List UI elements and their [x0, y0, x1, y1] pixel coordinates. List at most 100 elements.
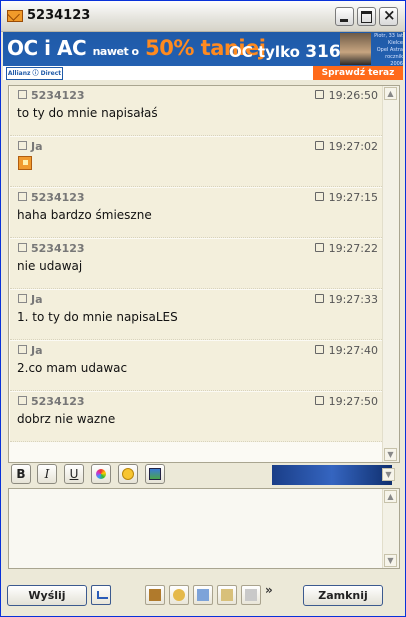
send-button[interactable]: Wyślij: [7, 585, 87, 606]
clock-icon: [314, 294, 324, 303]
chat-message: 5234123 19:27:15 haha bardzo śmieszne: [10, 188, 382, 238]
bold-button[interactable]: B: [11, 464, 31, 484]
ad-cta-button[interactable]: Sprawdź teraz: [313, 66, 403, 80]
message-time: 19:27:33: [314, 293, 378, 306]
message-time: 19:27:22: [314, 242, 378, 255]
clock-icon: [314, 141, 324, 150]
message-time: 19:27:15: [314, 191, 378, 204]
message-timestamp: 19:27:02: [328, 140, 378, 153]
ad-person-photo: [340, 33, 371, 65]
message-time: 19:27:50: [314, 395, 378, 408]
history-icon: [221, 589, 233, 601]
book-icon: [149, 589, 161, 601]
file-transfer-icon: [197, 589, 209, 601]
close-window-button[interactable]: ×: [379, 6, 398, 26]
message-input[interactable]: ▲ ▼: [8, 488, 400, 569]
chat-scrollbar[interactable]: ▲ ▼: [382, 86, 399, 462]
message-sender: 5234123: [18, 89, 85, 102]
message-text: dobrz nie wazne: [17, 412, 116, 426]
ad-side-text: Piotr, 33 lat Kielce Opel Astra rocznik …: [371, 33, 403, 68]
ad-banner[interactable]: OC i AC nawet o 50% taniej OC tylko 316z…: [3, 32, 403, 80]
smiley-button[interactable]: [118, 464, 138, 484]
message-sender: 5234123: [18, 191, 85, 204]
contacts-icon: [173, 589, 185, 601]
email-icon: [7, 10, 23, 22]
message-timestamp: 19:27:22: [328, 242, 378, 255]
clock-icon: [314, 243, 324, 252]
ad-side-line: Kielce: [388, 40, 403, 46]
chat-message: 5234123 19:26:50 to ty do mnie napisałaś: [10, 86, 382, 136]
chat-message: Ja 19:27:02: [10, 137, 382, 187]
scroll-up-button[interactable]: ▲: [384, 87, 397, 100]
ad-price: OC tylko 316zł: [229, 42, 357, 62]
message-sender: 5234123: [18, 242, 85, 255]
italic-button[interactable]: I: [37, 464, 57, 484]
message-text: nie udawaj: [17, 259, 83, 273]
contacts-button[interactable]: [169, 585, 189, 605]
emoticon-icon: [18, 156, 32, 170]
chat-message: Ja 19:27:33 1. to ty do mnie napisaLES: [10, 290, 382, 340]
clock-icon: [314, 90, 324, 99]
chat-message: 5234123 19:27:22 nie udawaj: [10, 239, 382, 289]
title-bar[interactable]: 5234123 ×: [1, 1, 405, 32]
ad-side-line: Opel Astra: [376, 47, 403, 53]
chat-message: 5234123 19:27:50 dobrz nie wazne: [10, 392, 382, 442]
file-transfer-button[interactable]: [193, 585, 213, 605]
message-sender: Ja: [18, 344, 43, 357]
ad-side-line: Piotr, 33 lat: [374, 33, 403, 39]
maximize-button[interactable]: [357, 7, 376, 26]
message-timestamp: 19:27:50: [328, 395, 378, 408]
message-text: 1. to ty do mnie napisaLES: [17, 310, 178, 324]
message-text: 2.co mam udawac: [17, 361, 128, 375]
chat-window: 5234123 × OC i AC nawet o 50% taniej OC …: [0, 0, 406, 617]
book-button[interactable]: [145, 585, 165, 605]
message-timestamp: 19:27:33: [328, 293, 378, 306]
smiley-icon: [122, 468, 134, 480]
message-timestamp: 19:27:40: [328, 344, 378, 357]
more-icon[interactable]: »: [265, 583, 273, 597]
message-sender: Ja: [18, 140, 43, 153]
input-scroll-up[interactable]: ▲: [384, 490, 397, 503]
underline-button[interactable]: U: [64, 464, 84, 484]
allianz-logo: Allianz ⓘ Direct: [6, 67, 63, 80]
bottom-bar: Wyślij » Zamknij: [1, 576, 405, 616]
insert-image-button[interactable]: [145, 464, 165, 484]
input-scroll-down[interactable]: ▼: [384, 554, 397, 567]
format-toolbar: B I U ▼: [8, 463, 398, 485]
ad-main-left: OC i AC: [7, 36, 87, 60]
message-timestamp: 19:26:50: [328, 89, 378, 102]
ad-main-small: nawet o: [92, 45, 140, 58]
toolbar-banner[interactable]: [272, 465, 392, 485]
window-title: 5234123: [27, 8, 91, 23]
chat-history[interactable]: 5234123 19:26:50 to ty do mnie napisałaś…: [8, 85, 400, 463]
color-palette-button[interactable]: [91, 464, 111, 484]
message-time: 19:26:50: [314, 89, 378, 102]
enter-icon: [97, 591, 108, 599]
clock-icon: [314, 192, 324, 201]
minimize-button[interactable]: [335, 7, 354, 26]
toolbar-scroll-down[interactable]: ▼: [382, 468, 395, 481]
clock-icon: [314, 396, 324, 405]
message-time: 19:27:02: [314, 140, 378, 153]
ad-price-prefix: OC tylko: [229, 43, 300, 61]
message-text: to ty do mnie napisałaś: [17, 106, 158, 120]
clock-icon: [314, 345, 324, 354]
notes-button[interactable]: [241, 585, 261, 605]
color-palette-icon: [96, 469, 106, 479]
input-scrollbar[interactable]: ▲ ▼: [382, 489, 399, 568]
scroll-down-button[interactable]: ▼: [384, 448, 397, 461]
message-timestamp: 19:27:15: [328, 191, 378, 204]
close-button[interactable]: Zamknij: [303, 585, 383, 606]
image-icon: [149, 468, 161, 480]
notes-icon: [245, 589, 257, 601]
enter-send-toggle[interactable]: [91, 585, 111, 605]
ad-bottom-strip: Allianz ⓘ Direct Sprawdź teraz: [3, 66, 403, 80]
message-sender: 5234123: [18, 395, 85, 408]
message-sender: Ja: [18, 293, 43, 306]
history-button[interactable]: [217, 585, 237, 605]
close-icon: ×: [383, 6, 396, 24]
message-text: haha bardzo śmieszne: [17, 208, 152, 222]
message-time: 19:27:40: [314, 344, 378, 357]
ad-headline: OC i AC nawet o 50% taniej: [7, 36, 266, 60]
chat-message: Ja 19:27:40 2.co mam udawac: [10, 341, 382, 391]
